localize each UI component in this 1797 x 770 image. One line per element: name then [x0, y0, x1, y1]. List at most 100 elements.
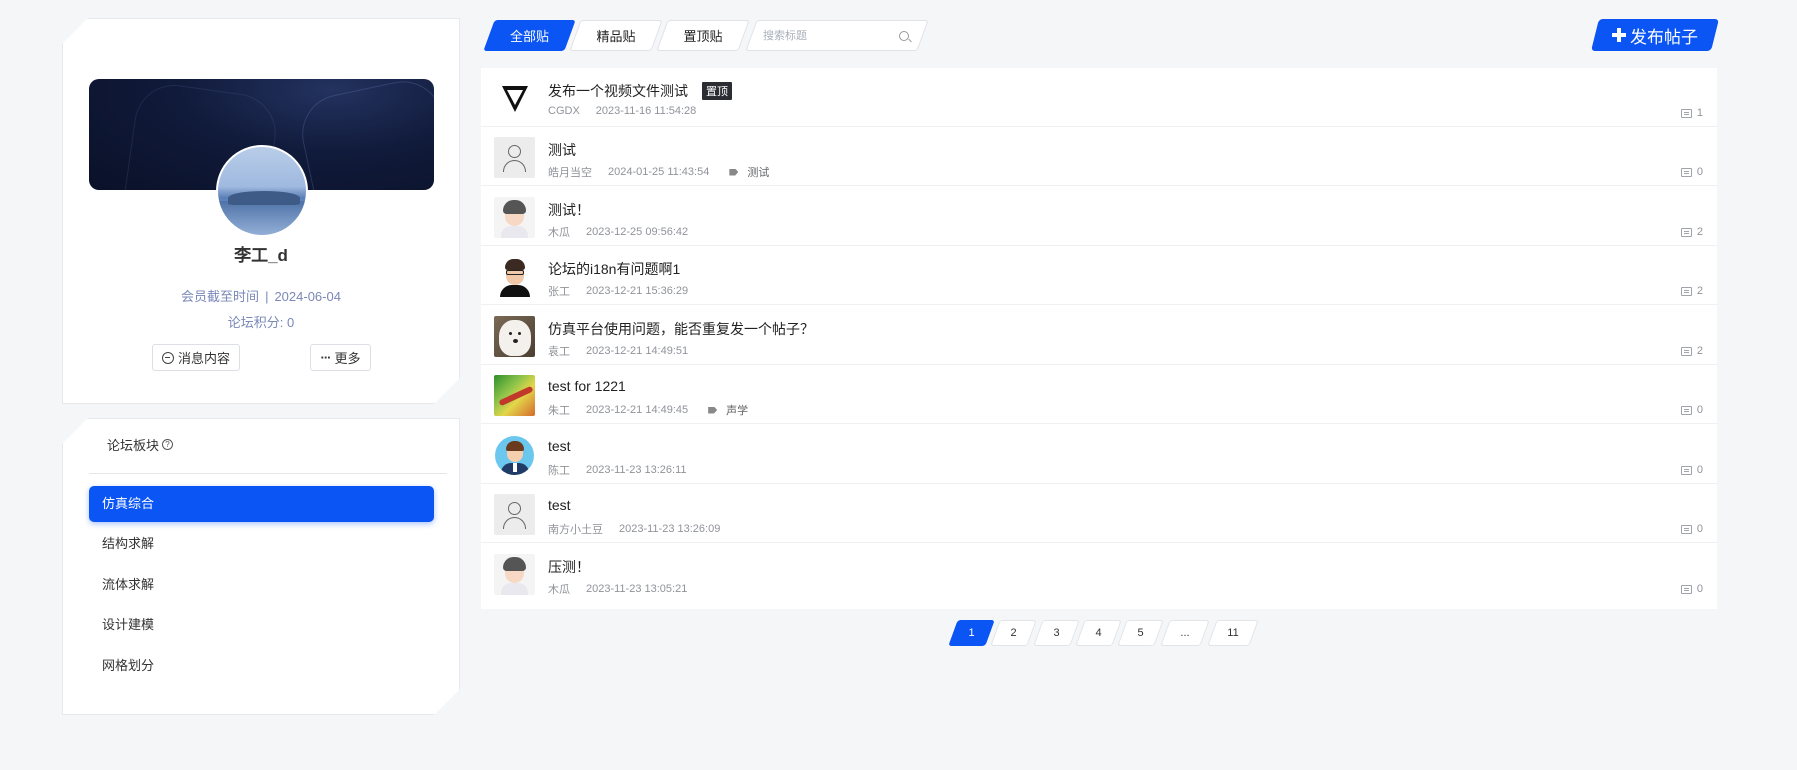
search-icon[interactable]	[899, 31, 909, 41]
board-item-structure[interactable]: 结构求解	[89, 526, 434, 562]
membership-separator: |	[265, 289, 269, 304]
comment-icon	[1680, 524, 1692, 534]
board-section-title: 论坛板块 ?	[107, 435, 173, 454]
list-item[interactable]: 发布一个视频文件测试 置顶 CGDX 2023-11-16 11:54:28 1	[481, 68, 1717, 127]
comment-count-value: 2	[1696, 226, 1703, 238]
post-author: 张工	[548, 286, 570, 298]
post-author: 南方小土豆	[548, 524, 603, 536]
board-item-mesh[interactable]: 网格划分	[89, 648, 434, 684]
page-button-5[interactable]: 5	[1117, 620, 1164, 646]
comment-count: 2	[1680, 226, 1703, 238]
page-number: 5	[1137, 627, 1144, 639]
tag-icon	[729, 168, 739, 176]
message-button-label: 消息内容	[177, 351, 230, 366]
list-item[interactable]: 论坛的i18n有问题啊1 张工 2023-12-21 15:36:29 2	[481, 246, 1717, 305]
list-item[interactable]: 测试！ 木瓜 2023-12-25 09:56:42 2	[481, 187, 1717, 246]
search-box	[745, 20, 929, 51]
message-icon	[162, 352, 174, 364]
post-time: 2023-12-21 15:36:29	[586, 285, 689, 297]
avatar[interactable]	[494, 256, 535, 297]
avatar[interactable]	[494, 197, 535, 238]
tab-featured-posts[interactable]: 精品贴	[569, 20, 663, 51]
list-item[interactable]: 压测！ 木瓜 2023-11-23 13:05:21 0	[481, 544, 1717, 603]
avatar[interactable]	[494, 554, 535, 595]
post-title[interactable]: 发布一个视频文件测试 置顶	[548, 81, 732, 101]
post-author: CGDX	[548, 105, 580, 117]
tab-label: 精品贴	[596, 29, 636, 44]
post-title[interactable]: 压测！	[548, 557, 590, 577]
list-item[interactable]: 测试 皓月当空 2024-01-25 11:43:54 测试 0	[481, 127, 1717, 186]
page-button-3[interactable]: 3	[1033, 620, 1080, 646]
help-icon[interactable]: ?	[162, 439, 173, 450]
avatar[interactable]	[494, 494, 535, 535]
post-tag[interactable]: 声学	[708, 402, 748, 418]
avatar[interactable]	[494, 435, 535, 476]
post-title[interactable]: test	[548, 438, 571, 454]
user-name: 李工_d	[234, 246, 288, 265]
post-author: 皓月当空	[548, 167, 592, 179]
board-item-simulation[interactable]: 仿真综合	[89, 486, 434, 522]
list-item[interactable]: test 南方小土豆 2023-11-23 13:26:09 0	[481, 484, 1717, 543]
post-time: 2024-01-25 11:43:54	[608, 166, 710, 178]
page-number: 4	[1095, 627, 1102, 639]
avatar[interactable]	[494, 137, 535, 178]
page-button-2[interactable]: 2	[990, 620, 1037, 646]
profile-card: 李工_d 会员截至时间 | 2024-06-04 论坛积分: 0 消息内容 ··· …	[62, 18, 460, 404]
publish-post-label: 发布帖子	[1630, 27, 1698, 47]
board-item-design[interactable]: 设计建模	[89, 607, 434, 643]
comment-count: 0	[1680, 404, 1703, 416]
post-tag[interactable]: 测试	[729, 164, 769, 180]
page-ellipsis[interactable]: ...	[1160, 620, 1210, 646]
post-meta: 皓月当空 2024-01-25 11:43:54 测试	[548, 164, 769, 180]
tab-all-posts[interactable]: 全部贴	[483, 20, 576, 51]
comment-count: 2	[1680, 285, 1703, 297]
post-time: 2023-12-21 14:49:45	[586, 404, 689, 416]
post-list: 发布一个视频文件测试 置顶 CGDX 2023-11-16 11:54:28 1 测…	[481, 68, 1717, 609]
search-input[interactable]	[763, 26, 883, 45]
comment-count-value: 0	[1696, 404, 1703, 416]
post-title[interactable]: test	[548, 497, 571, 513]
pinned-badge: 置顶	[702, 82, 732, 100]
post-author: 袁工	[548, 346, 570, 358]
page-button-1[interactable]: 1	[948, 620, 995, 646]
post-author: 木瓜	[548, 227, 570, 239]
post-title[interactable]: 论坛的i18n有问题啊1	[548, 259, 680, 279]
nabla-logo-icon	[501, 85, 528, 112]
post-meta: 南方小土豆 2023-11-23 13:26:09	[548, 521, 720, 537]
post-title[interactable]: test for 1221	[548, 378, 626, 394]
avatar[interactable]	[494, 375, 535, 416]
board-card: 论坛板块 ? 仿真综合 结构求解 流体求解 设计建模 网格划分	[62, 418, 460, 715]
post-title[interactable]: 测试	[548, 140, 576, 160]
post-title[interactable]: 仿真平台使用问题，能否重复发一个帖子？	[548, 319, 814, 339]
avatar[interactable]	[494, 316, 535, 357]
post-title[interactable]: 测试！	[548, 200, 590, 220]
list-item[interactable]: 仿真平台使用问题，能否重复发一个帖子？ 袁工 2023-12-21 14:49:5…	[481, 306, 1717, 365]
tab-pinned-posts[interactable]: 置顶贴	[656, 20, 750, 51]
post-title-text: 发布一个视频文件测试	[548, 83, 688, 99]
list-item[interactable]: test for 1221 朱工 2023-12-21 14:49:45 声学 0	[481, 365, 1717, 424]
page-button-4[interactable]: 4	[1075, 620, 1122, 646]
tag-icon	[708, 406, 718, 414]
board-item-fluid[interactable]: 流体求解	[89, 567, 434, 603]
message-button[interactable]: 消息内容	[152, 344, 240, 371]
list-item[interactable]: test 陈工 2023-11-23 13:26:11 0	[481, 425, 1717, 484]
comment-count: 0	[1680, 166, 1703, 178]
plus-icon	[1612, 28, 1626, 42]
comment-icon	[1680, 465, 1692, 475]
comment-count: 0	[1680, 583, 1703, 595]
comment-icon	[1680, 346, 1692, 356]
publish-post-button[interactable]: 发布帖子	[1591, 19, 1719, 51]
tab-label: 全部贴	[509, 29, 549, 44]
comment-icon	[1680, 108, 1692, 118]
post-title-text: 仿真平台使用问题，能否重复发一个帖子？	[548, 321, 814, 337]
comment-count: 1	[1680, 107, 1703, 119]
avatar[interactable]	[494, 78, 535, 119]
comment-icon	[1680, 227, 1692, 237]
post-meta: 陈工 2023-11-23 13:26:11	[548, 462, 687, 478]
page-button-11[interactable]: 11	[1207, 620, 1259, 646]
post-meta: 朱工 2023-12-21 14:49:45 声学	[548, 402, 748, 418]
post-meta: 木瓜 2023-11-23 13:05:21	[548, 581, 687, 597]
comment-count: 2	[1680, 345, 1703, 357]
more-button[interactable]: ··· 更多	[310, 344, 371, 371]
avatar[interactable]	[216, 145, 308, 237]
